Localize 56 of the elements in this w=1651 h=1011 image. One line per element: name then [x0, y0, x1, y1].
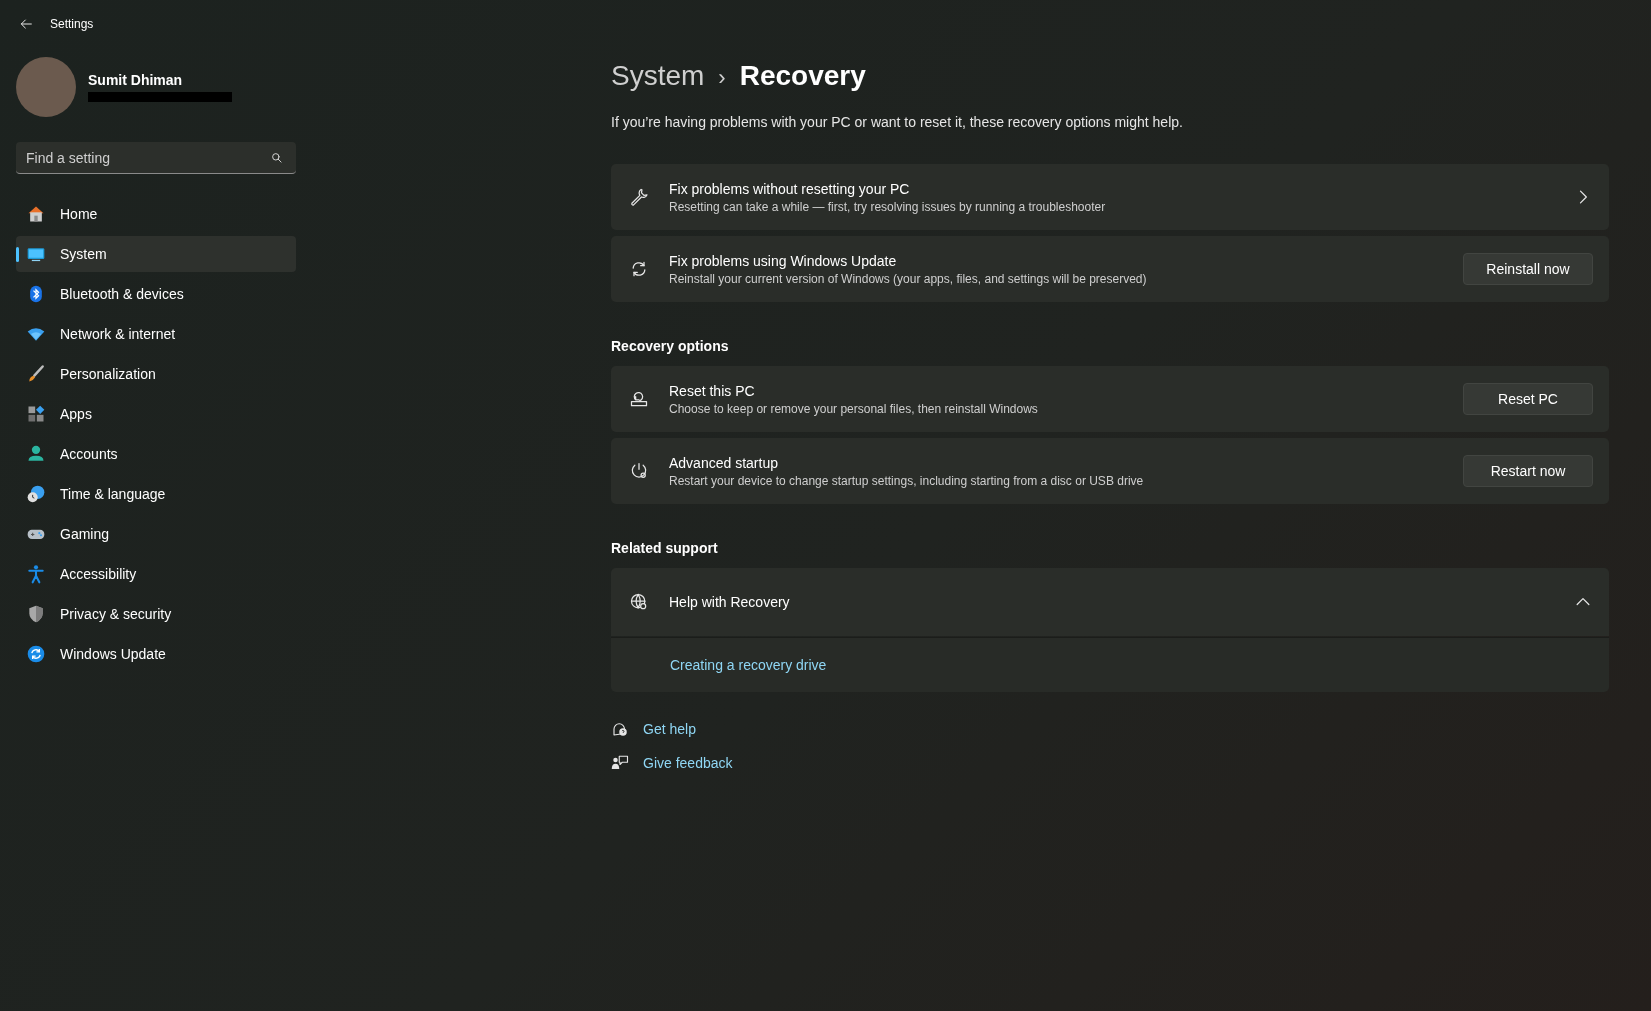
person-feedback-icon [611, 754, 629, 772]
chat-help-icon [611, 720, 629, 738]
avatar-placeholder [16, 57, 76, 117]
help-link[interactable]: Creating a recovery drive [670, 657, 827, 673]
globe-search-icon [629, 592, 649, 612]
sidebar-item[interactable]: Personalization [16, 356, 296, 392]
footer-link[interactable]: Get help [643, 721, 696, 737]
laptop-reset-icon [629, 389, 649, 409]
section-heading: Related support [611, 540, 719, 556]
sidebar-item[interactable]: Bluetooth & devices [16, 276, 296, 312]
card-title: Reset this PC [669, 382, 756, 399]
breadcrumb-link[interactable]: System [611, 60, 705, 92]
wrench-icon [629, 187, 649, 207]
page-title: Recovery [739, 60, 866, 92]
footer-link[interactable]: Give feedback [643, 755, 733, 771]
section-heading: Recovery options [611, 338, 730, 354]
selection-indicator [16, 247, 19, 262]
breadcrumb-separator: › [718, 65, 726, 91]
apps-icon [26, 404, 46, 424]
setting-card[interactable]: Fix problems without resetting your PC Resetting can take a while — first, try resolving issues by running a troubleshooter [611, 164, 1609, 230]
search-icon [270, 151, 284, 165]
card-description: Restart your device to change startup settings, including starting from a disc or USB drive [669, 473, 1145, 488]
sidebar-item[interactable]: Gaming [16, 516, 296, 552]
house-icon [26, 204, 46, 224]
sidebar-item[interactable]: Home [16, 196, 296, 232]
back-icon[interactable] [18, 16, 34, 32]
window-title: Settings [50, 17, 94, 31]
user-name: Sumit Dhiman [88, 72, 184, 88]
action-button[interactable]: Reinstall now [1463, 253, 1593, 285]
search-field[interactable]: Find a setting [16, 142, 296, 174]
card-title: Fix problems using Windows Update [669, 252, 898, 269]
sync-icon [26, 644, 46, 664]
globe-clock-icon [26, 484, 46, 504]
action-button[interactable]: Reset PC [1463, 383, 1593, 415]
card-description: Resetting can take a while — first, try resolving issues by running a troubleshooter [669, 199, 1107, 214]
sidebar-item[interactable]: System [16, 236, 296, 272]
expander-header[interactable]: Help with Recovery [611, 568, 1609, 636]
sidebar-item[interactable]: Privacy & security [16, 596, 296, 632]
power-gear-icon [629, 461, 649, 481]
person-icon [26, 444, 46, 464]
expander-title: Help with Recovery [669, 594, 791, 610]
sidebar-item[interactable]: Accounts [16, 436, 296, 472]
sidebar-item[interactable]: Apps [16, 396, 296, 432]
paintbrush-icon [26, 364, 46, 384]
accessibility-icon [26, 564, 46, 584]
intro-text: If you’re having problems with your PC or want to reset it, these recovery options might help. [611, 114, 1184, 130]
card-description: Reinstall your current version of Windows (your apps, files, and settings will be preserved) [669, 271, 1148, 286]
sidebar-item[interactable]: Network & internet [16, 316, 296, 352]
card-description: Choose to keep or remove your personal files, then reinstall Windows [669, 401, 1039, 416]
sidebar-item[interactable]: Accessibility [16, 556, 296, 592]
action-button[interactable]: Restart now [1463, 455, 1593, 487]
sidebar-item[interactable]: Windows Update [16, 636, 296, 672]
card-title: Fix problems without resetting your PC [669, 180, 911, 197]
shield-icon [26, 604, 46, 624]
card-title: Advanced startup [669, 454, 779, 471]
sidebar-item[interactable]: Time & language [16, 476, 296, 512]
